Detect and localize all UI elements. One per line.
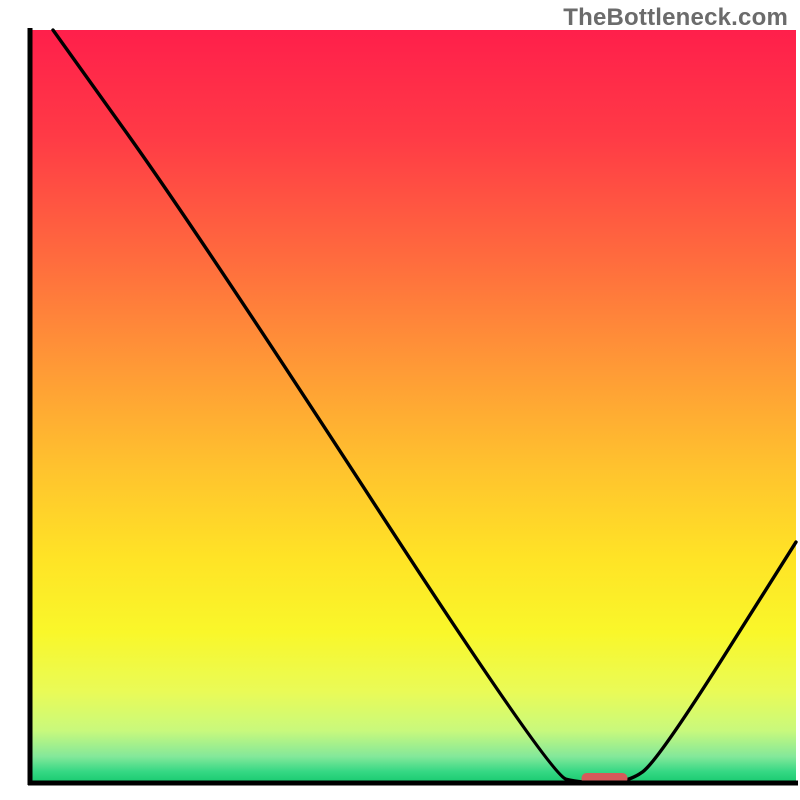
plot-background — [30, 30, 796, 783]
chart-svg — [0, 0, 800, 800]
bottleneck-chart: TheBottleneck.com — [0, 0, 800, 800]
watermark-text: TheBottleneck.com — [563, 4, 788, 32]
